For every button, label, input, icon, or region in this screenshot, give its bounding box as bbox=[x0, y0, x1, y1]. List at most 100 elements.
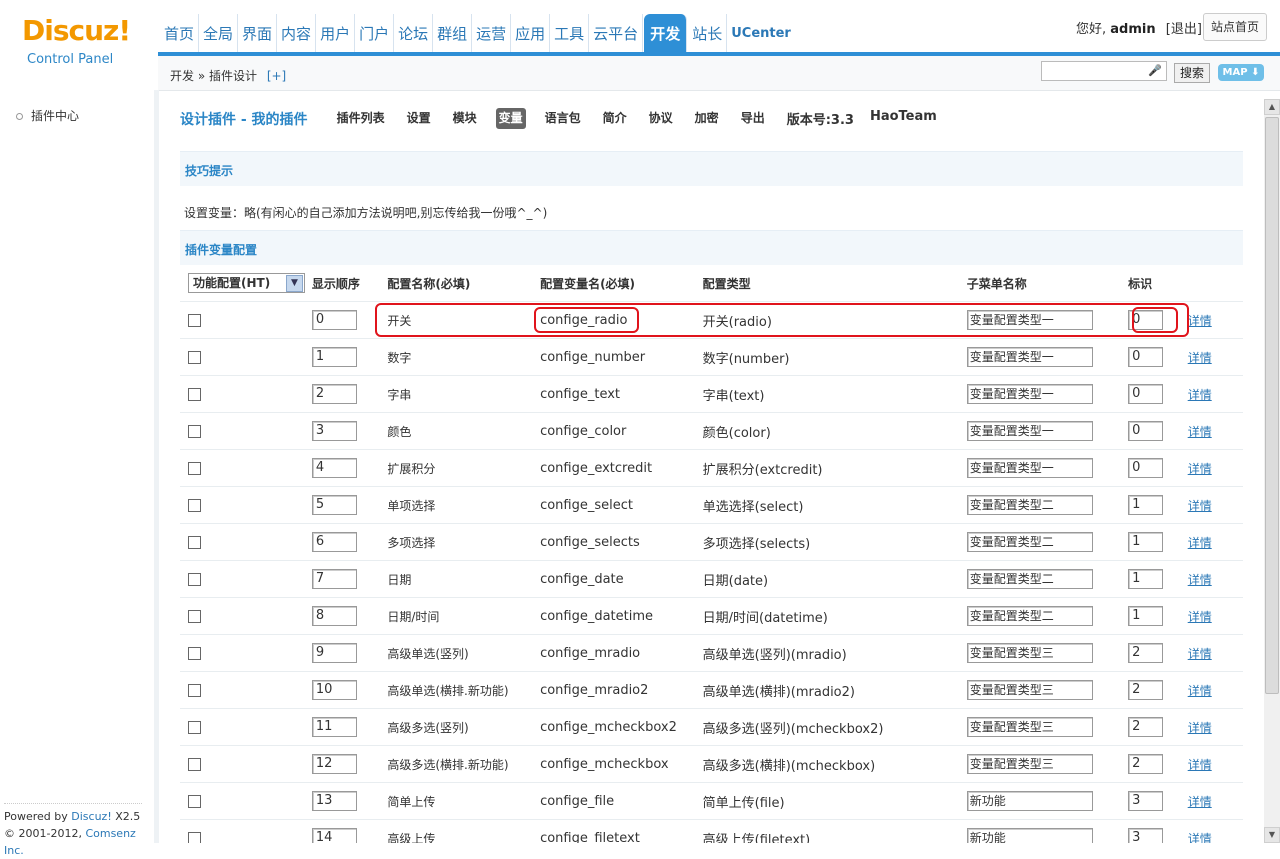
order-input[interactable]: 7 bbox=[311, 569, 357, 589]
order-input[interactable]: 11 bbox=[311, 717, 357, 737]
submenu-input[interactable]: 变量配置类型二 bbox=[966, 569, 1093, 589]
map-button[interactable]: MAP ⬇ bbox=[1218, 64, 1264, 81]
order-input[interactable]: 10 bbox=[311, 680, 357, 700]
nav-item-7[interactable]: 群组 bbox=[433, 14, 473, 54]
detail-link[interactable]: 详情 bbox=[1188, 795, 1212, 809]
row-checkbox[interactable] bbox=[188, 461, 201, 475]
detail-link[interactable]: 详情 bbox=[1188, 462, 1212, 476]
detail-link[interactable]: 详情 bbox=[1188, 351, 1212, 365]
logo[interactable]: Discuz! Control Panel bbox=[0, 0, 158, 90]
row-checkbox[interactable] bbox=[188, 609, 201, 623]
add-shortcut-link[interactable]: [+] bbox=[267, 69, 286, 83]
tab-3[interactable]: 变量 bbox=[495, 108, 526, 129]
microphone-icon[interactable]: 🎤 bbox=[1148, 64, 1162, 77]
row-checkbox[interactable] bbox=[188, 794, 201, 808]
order-input[interactable]: 2 bbox=[311, 384, 357, 404]
nav-item-4[interactable]: 用户 bbox=[316, 14, 356, 54]
nav-item-3[interactable]: 内容 bbox=[277, 14, 317, 54]
nav-item-8[interactable]: 运营 bbox=[472, 14, 512, 54]
detail-link[interactable]: 详情 bbox=[1188, 314, 1212, 328]
nav-item-2[interactable]: 界面 bbox=[238, 14, 278, 54]
order-input[interactable]: 1 bbox=[311, 347, 357, 367]
tab-4[interactable]: 语言包 bbox=[542, 108, 584, 129]
submenu-input[interactable]: 变量配置类型三 bbox=[966, 754, 1093, 774]
id-input[interactable]: 1 bbox=[1128, 569, 1164, 589]
submenu-input[interactable]: 变量配置类型一 bbox=[966, 421, 1093, 441]
row-checkbox[interactable] bbox=[188, 313, 201, 327]
detail-link[interactable]: 详情 bbox=[1188, 388, 1212, 402]
submenu-input[interactable]: 变量配置类型二 bbox=[966, 606, 1093, 626]
tab-7[interactable]: 加密 bbox=[692, 108, 722, 129]
submenu-input[interactable]: 新功能 bbox=[966, 828, 1093, 843]
id-input[interactable]: 1 bbox=[1128, 606, 1164, 626]
order-input[interactable]: 8 bbox=[311, 606, 357, 626]
id-input[interactable]: 2 bbox=[1128, 680, 1164, 700]
nav-item-6[interactable]: 论坛 bbox=[394, 14, 434, 54]
detail-link[interactable]: 详情 bbox=[1188, 721, 1212, 735]
order-input[interactable]: 9 bbox=[311, 643, 357, 663]
nav-item-11[interactable]: 云平台 bbox=[589, 14, 644, 54]
logout-link[interactable]: [退出] bbox=[1166, 22, 1202, 37]
row-checkbox[interactable] bbox=[188, 646, 201, 660]
id-input[interactable]: 1 bbox=[1128, 495, 1164, 515]
submenu-input[interactable]: 变量配置类型二 bbox=[966, 532, 1093, 552]
tab-1[interactable]: 设置 bbox=[404, 108, 434, 129]
scroll-down-arrow-icon[interactable]: ▼ bbox=[1264, 827, 1280, 843]
order-input[interactable]: 13 bbox=[311, 791, 357, 811]
detail-link[interactable]: 详情 bbox=[1188, 832, 1212, 844]
detail-link[interactable]: 详情 bbox=[1188, 684, 1212, 698]
order-input[interactable]: 3 bbox=[311, 421, 357, 441]
scroll-up-arrow-icon[interactable]: ▲ bbox=[1264, 99, 1280, 115]
submenu-input[interactable]: 变量配置类型二 bbox=[966, 495, 1093, 515]
order-input[interactable]: 4 bbox=[311, 458, 357, 478]
id-input[interactable]: 1 bbox=[1128, 532, 1164, 552]
id-input[interactable]: 2 bbox=[1128, 717, 1164, 737]
nav-item-14[interactable]: UCenter bbox=[727, 14, 795, 54]
detail-link[interactable]: 详情 bbox=[1188, 573, 1212, 587]
detail-link[interactable]: 详情 bbox=[1188, 758, 1212, 772]
nav-item-10[interactable]: 工具 bbox=[550, 14, 590, 54]
submenu-input[interactable]: 变量配置类型三 bbox=[966, 680, 1093, 700]
id-input[interactable]: 0 bbox=[1128, 347, 1164, 367]
submenu-input[interactable]: 变量配置类型三 bbox=[966, 643, 1093, 663]
id-input[interactable]: 3 bbox=[1128, 828, 1164, 843]
order-input[interactable]: 14 bbox=[311, 828, 357, 843]
group-select[interactable]: 功能配置(HT) ▼ bbox=[188, 273, 305, 293]
detail-link[interactable]: 详情 bbox=[1188, 536, 1212, 550]
row-checkbox[interactable] bbox=[188, 572, 201, 586]
order-input[interactable]: 6 bbox=[311, 532, 357, 552]
id-input[interactable]: 2 bbox=[1128, 754, 1164, 774]
sidebar-item-plugin-center[interactable]: 插件中心 bbox=[16, 107, 79, 124]
submenu-input[interactable]: 变量配置类型一 bbox=[966, 458, 1093, 478]
id-input[interactable]: 2 bbox=[1128, 643, 1164, 663]
row-checkbox[interactable] bbox=[188, 350, 201, 364]
tab-8[interactable]: 导出 bbox=[738, 108, 768, 129]
nav-item-9[interactable]: 应用 bbox=[511, 14, 551, 54]
detail-link[interactable]: 详情 bbox=[1188, 610, 1212, 624]
detail-link[interactable]: 详情 bbox=[1188, 425, 1212, 439]
row-checkbox[interactable] bbox=[188, 498, 201, 512]
scroll-thumb[interactable] bbox=[1265, 117, 1279, 694]
row-checkbox[interactable] bbox=[188, 535, 201, 549]
row-checkbox[interactable] bbox=[188, 831, 201, 843]
nav-item-5[interactable]: 门户 bbox=[355, 14, 395, 54]
tab-6[interactable]: 协议 bbox=[646, 108, 676, 129]
row-checkbox[interactable] bbox=[188, 720, 201, 734]
tab-2[interactable]: 模块 bbox=[450, 108, 480, 129]
scrollbar[interactable]: ▲ ▼ bbox=[1264, 99, 1280, 843]
nav-item-12[interactable]: 开发 bbox=[644, 14, 688, 54]
id-input[interactable]: 3 bbox=[1128, 791, 1164, 811]
row-checkbox[interactable] bbox=[188, 424, 201, 438]
discuz-link[interactable]: Discuz! bbox=[71, 810, 111, 823]
nav-item-13[interactable]: 站长 bbox=[688, 14, 728, 54]
order-input[interactable]: 12 bbox=[311, 754, 357, 774]
row-checkbox[interactable] bbox=[188, 757, 201, 771]
submenu-input[interactable]: 变量配置类型三 bbox=[966, 717, 1093, 737]
row-checkbox[interactable] bbox=[188, 387, 201, 401]
id-input[interactable]: 0 bbox=[1128, 384, 1164, 404]
tab-0[interactable]: 插件列表 bbox=[334, 108, 388, 129]
detail-link[interactable]: 详情 bbox=[1188, 499, 1212, 513]
nav-item-1[interactable]: 全局 bbox=[199, 14, 239, 54]
id-input[interactable]: 0 bbox=[1128, 458, 1164, 478]
submenu-input[interactable]: 变量配置类型一 bbox=[966, 384, 1093, 404]
